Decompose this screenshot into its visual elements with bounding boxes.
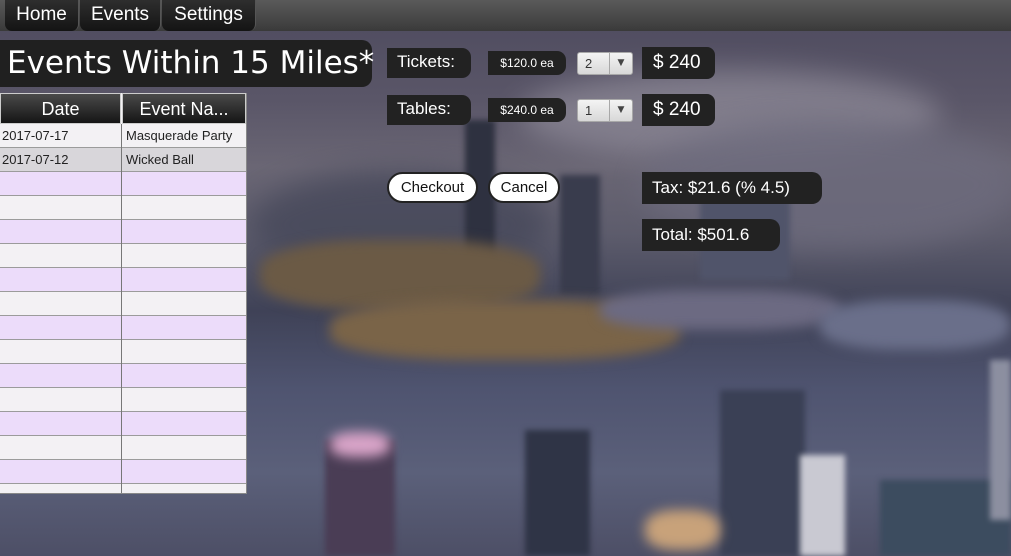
tickets-label: Tickets: [387, 48, 471, 78]
table-row[interactable]: 2017-07-12 Wicked Ball [0, 148, 246, 172]
table-row-empty[interactable] [0, 388, 246, 412]
table-row-empty[interactable] [0, 340, 246, 364]
table-row-empty[interactable] [0, 268, 246, 292]
tickets-unit-price: $120.0 ea [488, 51, 566, 75]
column-divider [121, 124, 122, 493]
table-row[interactable]: 2017-07-17 Masquerade Party [0, 124, 246, 148]
table-row-empty[interactable] [0, 292, 246, 316]
tax-summary: Tax: $21.6 (% 4.5) [642, 172, 822, 204]
table-cell-date: 2017-07-17 [2, 128, 69, 143]
tables-label: Tables: [387, 95, 471, 125]
column-header-event-name[interactable]: Event Na... [122, 93, 246, 124]
chevron-down-icon: ▼ [609, 53, 632, 74]
table-row-empty[interactable] [0, 196, 246, 220]
checkout-button[interactable]: Checkout [387, 172, 478, 203]
cancel-button[interactable]: Cancel [488, 172, 560, 203]
tables-quantity-select[interactable]: 1 ▼ [577, 99, 633, 122]
table-row-empty[interactable] [0, 412, 246, 436]
chevron-down-icon: ▼ [609, 100, 632, 121]
table-row-empty[interactable] [0, 436, 246, 460]
table-cell-date: 2017-07-12 [2, 152, 69, 167]
table-row-empty[interactable] [0, 172, 246, 196]
tables-quantity-value: 1 [585, 103, 593, 118]
table-row-empty[interactable] [0, 484, 246, 493]
table-row-empty[interactable] [0, 220, 246, 244]
events-table: Date Event Na... 2017-07-17 Masquerade P… [0, 93, 247, 494]
tickets-quantity-value: 2 [585, 56, 593, 71]
nav-settings-button[interactable]: Settings [162, 0, 256, 31]
table-row-empty[interactable] [0, 244, 246, 268]
grand-total: Total: $501.6 [642, 219, 780, 251]
nav-home-button[interactable]: Home [5, 0, 79, 31]
table-row-empty[interactable] [0, 364, 246, 388]
table-cell-event: Masquerade Party [126, 128, 233, 143]
table-cell-event: Wicked Ball [126, 152, 194, 167]
table-row-empty[interactable] [0, 316, 246, 340]
page-title: Events Within 15 Miles* [0, 40, 374, 87]
tickets-quantity-select[interactable]: 2 ▼ [577, 52, 633, 75]
tables-total: $ 240 [642, 94, 715, 126]
tables-unit-price: $240.0 ea [488, 98, 566, 122]
column-header-date[interactable]: Date [0, 93, 121, 124]
top-nav: Home Events Settings [0, 0, 1011, 31]
table-row-empty[interactable] [0, 460, 246, 484]
nav-events-button[interactable]: Events [80, 0, 161, 31]
tickets-total: $ 240 [642, 47, 715, 79]
